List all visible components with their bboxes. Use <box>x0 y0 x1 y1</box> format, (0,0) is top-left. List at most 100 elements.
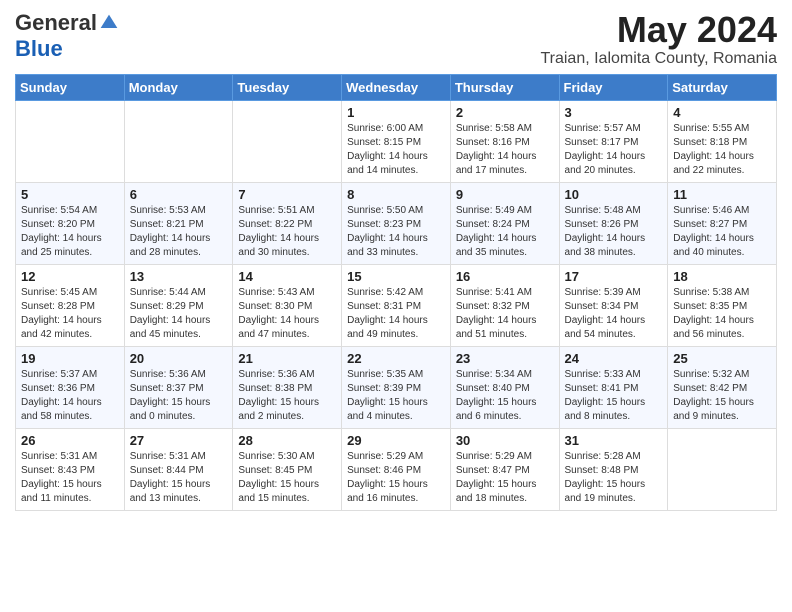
week-row-3: 19 Sunrise: 5:37 AM Sunset: 8:36 PM Dayli… <box>16 346 777 428</box>
day-cell: 22 Sunrise: 5:35 AM Sunset: 8:39 PM Dayli… <box>342 346 451 428</box>
day-number: 21 <box>238 351 336 366</box>
header-day-friday: Friday <box>559 74 668 100</box>
week-row-2: 12Sunrise: 5:45 AM Sunset: 8:28 PM Dayli… <box>16 264 777 346</box>
day-number: 26 <box>21 433 119 448</box>
day-detail: Sunrise: 5:34 AM Sunset: 8:40 PM Dayligh… <box>456 368 554 424</box>
day-cell: 31 Sunrise: 5:28 AM Sunset: 8:48 PM Dayli… <box>559 428 668 510</box>
day-detail: Sunrise: 5:36 AM Sunset: 8:38 PM Dayligh… <box>238 368 336 424</box>
day-detail: Sunrise: 5:35 AM Sunset: 8:39 PM Dayligh… <box>347 368 445 424</box>
day-number: 3 <box>565 105 663 120</box>
day-detail: Sunrise: 5:45 AM Sunset: 8:28 PM Dayligh… <box>21 286 119 342</box>
day-number: 10 <box>565 187 663 202</box>
header-day-thursday: Thursday <box>450 74 559 100</box>
day-detail: Sunrise: 5:58 AM Sunset: 8:16 PM Dayligh… <box>456 122 554 178</box>
day-cell <box>233 100 342 182</box>
day-number: 28 <box>238 433 336 448</box>
day-detail: Sunrise: 5:50 AM Sunset: 8:23 PM Dayligh… <box>347 204 445 260</box>
day-detail: Sunrise: 5:54 AM Sunset: 8:20 PM Dayligh… <box>21 204 119 260</box>
header-day-sunday: Sunday <box>16 74 125 100</box>
day-cell: 3 Sunrise: 5:57 AM Sunset: 8:17 PM Daylig… <box>559 100 668 182</box>
day-cell: 5 Sunrise: 5:54 AM Sunset: 8:20 PM Daylig… <box>16 182 125 264</box>
day-detail: Sunrise: 5:42 AM Sunset: 8:31 PM Dayligh… <box>347 286 445 342</box>
day-cell: 27Sunrise: 5:31 AM Sunset: 8:44 PM Dayli… <box>124 428 233 510</box>
day-cell: 19 Sunrise: 5:37 AM Sunset: 8:36 PM Dayli… <box>16 346 125 428</box>
logo-icon <box>99 13 119 33</box>
day-cell: 17 Sunrise: 5:39 AM Sunset: 8:34 PM Dayli… <box>559 264 668 346</box>
logo: General Blue <box>15 10 119 62</box>
day-detail: Sunrise: 5:48 AM Sunset: 8:26 PM Dayligh… <box>565 204 663 260</box>
day-detail: Sunrise: 5:53 AM Sunset: 8:21 PM Dayligh… <box>130 204 228 260</box>
logo-blue-text: Blue <box>15 36 63 62</box>
header-day-wednesday: Wednesday <box>342 74 451 100</box>
day-number: 25 <box>673 351 771 366</box>
day-detail: Sunrise: 5:28 AM Sunset: 8:48 PM Dayligh… <box>565 450 663 506</box>
day-number: 13 <box>130 269 228 284</box>
day-detail: Sunrise: 5:36 AM Sunset: 8:37 PM Dayligh… <box>130 368 228 424</box>
day-number: 19 <box>21 351 119 366</box>
day-detail: Sunrise: 5:46 AM Sunset: 8:27 PM Dayligh… <box>673 204 771 260</box>
day-number: 30 <box>456 433 554 448</box>
day-number: 7 <box>238 187 336 202</box>
calendar-body: 1 Sunrise: 6:00 AM Sunset: 8:15 PM Daylig… <box>16 100 777 510</box>
day-cell: 1 Sunrise: 6:00 AM Sunset: 8:15 PM Daylig… <box>342 100 451 182</box>
day-cell: 14Sunrise: 5:43 AM Sunset: 8:30 PM Dayli… <box>233 264 342 346</box>
calendar: SundayMondayTuesdayWednesdayThursdayFrid… <box>15 74 777 511</box>
day-number: 31 <box>565 433 663 448</box>
day-number: 16 <box>456 269 554 284</box>
day-detail: Sunrise: 5:30 AM Sunset: 8:45 PM Dayligh… <box>238 450 336 506</box>
day-cell: 24Sunrise: 5:33 AM Sunset: 8:41 PM Dayli… <box>559 346 668 428</box>
day-cell: 28 Sunrise: 5:30 AM Sunset: 8:45 PM Dayli… <box>233 428 342 510</box>
day-number: 17 <box>565 269 663 284</box>
day-number: 29 <box>347 433 445 448</box>
day-cell <box>16 100 125 182</box>
day-detail: Sunrise: 5:44 AM Sunset: 8:29 PM Dayligh… <box>130 286 228 342</box>
day-detail: Sunrise: 5:38 AM Sunset: 8:35 PM Dayligh… <box>673 286 771 342</box>
week-row-1: 5 Sunrise: 5:54 AM Sunset: 8:20 PM Daylig… <box>16 182 777 264</box>
day-cell: 12Sunrise: 5:45 AM Sunset: 8:28 PM Dayli… <box>16 264 125 346</box>
day-cell <box>124 100 233 182</box>
day-number: 2 <box>456 105 554 120</box>
week-row-0: 1 Sunrise: 6:00 AM Sunset: 8:15 PM Daylig… <box>16 100 777 182</box>
day-detail: Sunrise: 5:39 AM Sunset: 8:34 PM Dayligh… <box>565 286 663 342</box>
header-row: SundayMondayTuesdayWednesdayThursdayFrid… <box>16 74 777 100</box>
day-number: 6 <box>130 187 228 202</box>
day-number: 5 <box>21 187 119 202</box>
day-cell: 29 Sunrise: 5:29 AM Sunset: 8:46 PM Dayli… <box>342 428 451 510</box>
day-number: 15 <box>347 269 445 284</box>
day-detail: Sunrise: 5:57 AM Sunset: 8:17 PM Dayligh… <box>565 122 663 178</box>
day-detail: Sunrise: 5:29 AM Sunset: 8:46 PM Dayligh… <box>347 450 445 506</box>
day-number: 4 <box>673 105 771 120</box>
day-cell: 7 Sunrise: 5:51 AM Sunset: 8:22 PM Daylig… <box>233 182 342 264</box>
day-detail: Sunrise: 6:00 AM Sunset: 8:15 PM Dayligh… <box>347 122 445 178</box>
day-cell: 15 Sunrise: 5:42 AM Sunset: 8:31 PM Dayli… <box>342 264 451 346</box>
day-detail: Sunrise: 5:29 AM Sunset: 8:47 PM Dayligh… <box>456 450 554 506</box>
day-number: 18 <box>673 269 771 284</box>
day-detail: Sunrise: 5:55 AM Sunset: 8:18 PM Dayligh… <box>673 122 771 178</box>
header-day-tuesday: Tuesday <box>233 74 342 100</box>
day-number: 1 <box>347 105 445 120</box>
month-title: May 2024 <box>540 10 777 50</box>
day-number: 9 <box>456 187 554 202</box>
day-cell: 9Sunrise: 5:49 AM Sunset: 8:24 PM Daylig… <box>450 182 559 264</box>
day-cell: 25Sunrise: 5:32 AM Sunset: 8:42 PM Dayli… <box>668 346 777 428</box>
day-number: 11 <box>673 187 771 202</box>
day-detail: Sunrise: 5:31 AM Sunset: 8:43 PM Dayligh… <box>21 450 119 506</box>
page: General Blue May 2024 Traian, Ialomita C… <box>0 0 792 612</box>
week-row-4: 26 Sunrise: 5:31 AM Sunset: 8:43 PM Dayli… <box>16 428 777 510</box>
day-cell: 11 Sunrise: 5:46 AM Sunset: 8:27 PM Dayli… <box>668 182 777 264</box>
logo-general-text: General <box>15 10 97 36</box>
day-detail: Sunrise: 5:33 AM Sunset: 8:41 PM Dayligh… <box>565 368 663 424</box>
day-detail: Sunrise: 5:31 AM Sunset: 8:44 PM Dayligh… <box>130 450 228 506</box>
header-day-monday: Monday <box>124 74 233 100</box>
day-number: 14 <box>238 269 336 284</box>
day-cell: 26 Sunrise: 5:31 AM Sunset: 8:43 PM Dayli… <box>16 428 125 510</box>
title-section: May 2024 Traian, Ialomita County, Romani… <box>540 10 777 68</box>
day-number: 20 <box>130 351 228 366</box>
day-detail: Sunrise: 5:51 AM Sunset: 8:22 PM Dayligh… <box>238 204 336 260</box>
day-cell: 30 Sunrise: 5:29 AM Sunset: 8:47 PM Dayli… <box>450 428 559 510</box>
day-cell: 16Sunrise: 5:41 AM Sunset: 8:32 PM Dayli… <box>450 264 559 346</box>
day-number: 22 <box>347 351 445 366</box>
day-cell: 18 Sunrise: 5:38 AM Sunset: 8:35 PM Dayli… <box>668 264 777 346</box>
day-detail: Sunrise: 5:37 AM Sunset: 8:36 PM Dayligh… <box>21 368 119 424</box>
day-cell <box>668 428 777 510</box>
